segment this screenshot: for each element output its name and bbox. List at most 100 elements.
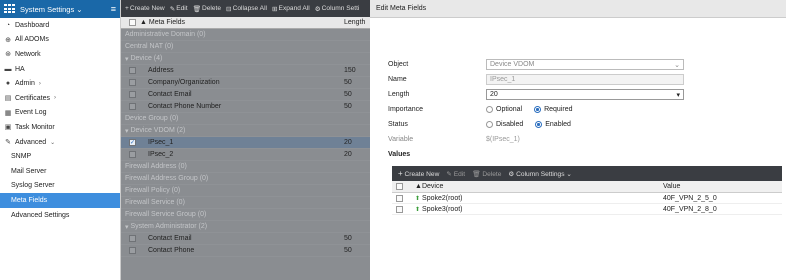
values-select-all-checkbox[interactable]	[396, 183, 403, 190]
chevron-down-icon: ⌄	[76, 4, 83, 14]
length-select[interactable]: 20 ▾	[486, 89, 684, 100]
row-checkbox[interactable]	[129, 235, 136, 242]
sidebar-item-label: Dashboard	[15, 21, 50, 29]
values-delete-button[interactable]: 🗑 Delete	[472, 170, 501, 178]
values-edit-button[interactable]: ✎ Edit	[446, 170, 465, 178]
row-checkbox[interactable]: ✓	[129, 139, 136, 146]
sidebar-item-syslog-server[interactable]: Syslog Server	[0, 179, 120, 194]
group-central-nat[interactable]: Central NAT (0)	[121, 41, 370, 53]
sidebar-item-event-log[interactable]: ▦ Event Log	[0, 106, 120, 121]
system-settings-menu[interactable]: System Settings ⌄	[20, 5, 111, 14]
sidebar-item-label: Task Monitor	[15, 123, 55, 131]
sidebar-item-label: All ADOMs	[15, 36, 49, 44]
group-system-admin[interactable]: ▾ System Administrator (2)	[121, 221, 370, 233]
sidebar-item-meta-fields[interactable]: Meta Fields	[0, 193, 120, 208]
sidebar-item-mail-server[interactable]: Mail Server	[0, 164, 120, 179]
group-firewall-policy[interactable]: Firewall Policy (0)	[121, 185, 370, 197]
importance-required-radio[interactable]: Required	[534, 106, 573, 113]
edit-button[interactable]: ✎ Edit	[170, 5, 188, 13]
group-admin-domain[interactable]: Administrative Domain (0)	[121, 29, 370, 41]
sidebar-item-advanced[interactable]: ✎ Advanced ⌄	[0, 135, 120, 150]
hamburger-icon[interactable]: ≡	[111, 4, 116, 14]
column-header-meta-fields[interactable]: ▲ Meta Fields	[140, 19, 344, 26]
meta-field-length: 150	[344, 67, 356, 74]
group-firewall-service[interactable]: Firewall Service (0)	[121, 197, 370, 209]
group-firewall-address-group[interactable]: Firewall Address Group (0)	[121, 173, 370, 185]
table-row[interactable]: Contact Email 50	[121, 89, 370, 101]
create-new-button[interactable]: + Create New	[125, 5, 165, 12]
name-field[interactable]: IPsec_1	[486, 74, 684, 85]
sidebar-item-ha[interactable]: ▬ HA	[0, 62, 120, 77]
meta-field-name: IPsec_1	[148, 139, 174, 146]
column-header-device[interactable]: ▲Device	[415, 183, 663, 190]
table-row[interactable]: IPsec_2 20	[121, 149, 370, 161]
importance-label: Importance	[388, 106, 424, 113]
device-up-icon: ⬆	[415, 195, 421, 202]
meta-field-length: 20	[344, 151, 352, 158]
column-header-length[interactable]: Length	[344, 19, 370, 26]
status-disabled-radio[interactable]: Disabled	[486, 121, 523, 128]
values-row-checkbox[interactable]	[396, 205, 403, 213]
sidebar-item-label: Certificates	[15, 94, 51, 102]
values-value-cell: 40F_VPN_2_5_0	[663, 194, 717, 202]
task-icon: ▣	[4, 124, 12, 132]
status-enabled-radio[interactable]: Enabled	[535, 121, 571, 128]
values-row[interactable]: ⬆ Spoke2(root) 40F_VPN_2_5_0	[392, 193, 782, 204]
row-checkbox[interactable]	[129, 247, 136, 254]
sidebar-item-snmp[interactable]: SNMP	[0, 149, 120, 164]
log-icon: ▦	[4, 109, 12, 117]
trash-icon: 🗑	[472, 170, 481, 178]
sidebar-title: System Settings	[20, 4, 75, 14]
table-row[interactable]: Address 150	[121, 65, 370, 77]
values-row-checkbox[interactable]	[396, 194, 403, 202]
status-label: Status	[388, 121, 408, 128]
sidebar-item-label: Admin	[15, 80, 35, 88]
gear-icon: ⚙	[508, 170, 515, 178]
edit-meta-fields-panel: Edit Meta Fields Object Device VDOM ⌄ Nam…	[370, 0, 786, 280]
values-table: + Create New ✎ Edit 🗑 Delete ⚙ Column Se…	[392, 166, 782, 215]
meta-field-name: Contact Email	[148, 91, 192, 98]
table-row[interactable]: Contact Phone 50	[121, 245, 370, 257]
values-create-new-button[interactable]: + Create New	[398, 169, 439, 178]
column-header-value[interactable]: Value	[663, 183, 680, 190]
row-checkbox[interactable]	[129, 79, 136, 86]
sidebar-item-all-adoms[interactable]: ⊕ All ADOMs	[0, 33, 120, 48]
object-select[interactable]: Device VDOM ⌄	[486, 59, 684, 70]
globe-icon: ⊕	[5, 36, 11, 44]
ha-icon: ▬	[4, 65, 12, 73]
row-checkbox[interactable]	[129, 103, 136, 110]
caret-down-icon: ▾	[676, 91, 680, 99]
table-row[interactable]: ✓ IPsec_1 20	[121, 137, 370, 149]
sidebar-item-task-monitor[interactable]: ▣ Task Monitor	[0, 120, 120, 135]
sidebar-item-label: Mail Server	[11, 167, 47, 175]
sidebar-item-advanced-settings[interactable]: Advanced Settings	[0, 208, 120, 223]
chevron-right-icon: ›	[38, 80, 41, 87]
edit-icon: ✎	[446, 170, 452, 178]
table-row[interactable]: Company/Organization 50	[121, 77, 370, 89]
expand-all-button[interactable]: ⊞ Expand All	[272, 5, 310, 13]
sidebar-item-network[interactable]: ⊛ Network	[0, 47, 120, 62]
values-column-settings-button[interactable]: ⚙ Column Settings ⌄	[508, 170, 572, 178]
group-device-group[interactable]: Device Group (0)	[121, 113, 370, 125]
values-label: Values	[388, 151, 411, 158]
group-firewall-service-group[interactable]: Firewall Service Group (0)	[121, 209, 370, 221]
table-row[interactable]: Contact Email 50	[121, 233, 370, 245]
sidebar-item-dashboard[interactable]: ◔ Dashboard	[0, 18, 120, 33]
collapse-all-button[interactable]: ⊟ Collapse All	[226, 5, 267, 13]
sidebar-item-certificates[interactable]: ▤ Certificates ›	[0, 91, 120, 106]
column-settings-button[interactable]: ⚙ Column Setti	[315, 5, 360, 13]
delete-button[interactable]: 🗑 Delete	[193, 5, 221, 13]
group-device[interactable]: ▾ Device (4)	[121, 53, 370, 65]
edit-icon: ✎	[169, 5, 176, 13]
select-all-checkbox[interactable]	[129, 19, 136, 26]
values-device-cell: ⬆ Spoke2(root)	[415, 194, 463, 202]
group-device-vdom[interactable]: ▾ Device VDOM (2)	[121, 125, 370, 137]
table-row[interactable]: Contact Phone Number 50	[121, 101, 370, 113]
row-checkbox[interactable]	[129, 91, 136, 98]
sidebar-item-admin[interactable]: ● Admin ›	[0, 76, 120, 91]
values-row[interactable]: ⬆ Spoke3(root) 40F_VPN_2_8_0	[392, 204, 782, 215]
group-firewall-address[interactable]: Firewall Address (0)	[121, 161, 370, 173]
row-checkbox[interactable]	[129, 151, 136, 158]
row-checkbox[interactable]	[129, 67, 136, 74]
importance-optional-radio[interactable]: Optional	[486, 106, 522, 113]
